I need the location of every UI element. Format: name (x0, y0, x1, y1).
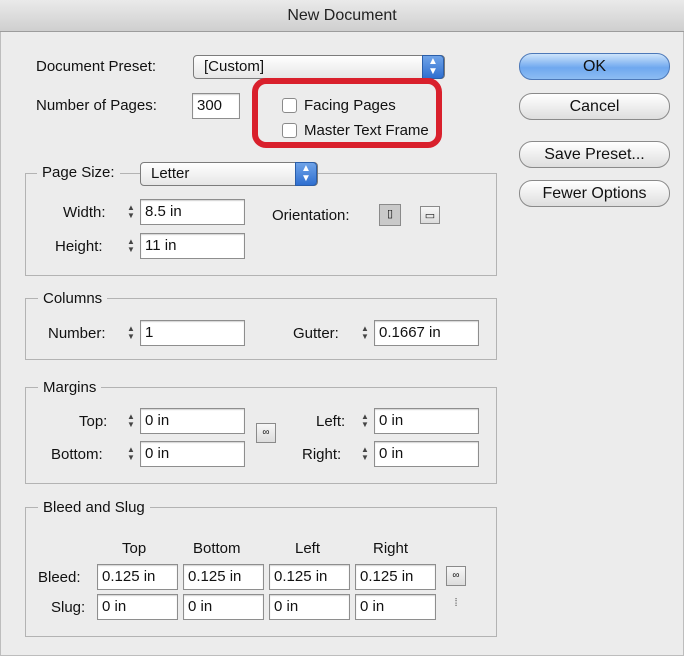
margin-right-input[interactable]: 0 in (374, 441, 479, 467)
gutter-input[interactable]: 0.1667 in (374, 320, 479, 346)
portrait-orientation-icon[interactable]: ▯ (379, 204, 401, 226)
bleed-header-left: Left (295, 540, 321, 557)
facing-pages-highlight (252, 78, 442, 148)
columns-label: Columns (38, 289, 108, 309)
fewer-options-button[interactable]: Fewer Options (519, 180, 670, 207)
margin-top-stepper-icon[interactable]: ▲ ▼ (124, 413, 138, 431)
height-label: Height: (55, 238, 103, 255)
dialog-title: New Document (0, 0, 684, 32)
document-preset-value: [Custom] (204, 58, 265, 75)
width-label: Width: (63, 204, 106, 221)
margin-right-stepper-icon[interactable]: ▲ ▼ (358, 446, 372, 464)
width-input[interactable]: 8.5 in (140, 199, 245, 225)
bleed-label: Bleed: (38, 569, 81, 586)
save-preset-button[interactable]: Save Preset... (519, 141, 670, 168)
margin-top-input[interactable]: 0 in (140, 408, 245, 434)
margin-left-label: Left: (316, 413, 346, 430)
slug-bottom-input[interactable]: 0 in (183, 594, 264, 620)
gutter-label: Gutter: (293, 325, 339, 342)
slug-link-broken-icon[interactable]: ⁞ (447, 597, 465, 617)
bleed-bottom-input[interactable]: 0.125 in (183, 564, 264, 590)
chain-link-icon[interactable]: ∞ (256, 423, 276, 443)
height-input[interactable]: 11 in (140, 233, 245, 259)
margin-bottom-label: Bottom: (51, 446, 103, 463)
slug-left-input[interactable]: 0 in (269, 594, 350, 620)
orientation-label: Orientation: (272, 207, 350, 224)
slug-label: Slug: (51, 599, 86, 616)
number-of-pages-input[interactable]: 300 (192, 93, 240, 119)
page-size-label: Page Size: (37, 163, 120, 183)
margin-top-label: Top: (79, 413, 108, 430)
page-size-select[interactable]: Letter ▲ ▼ (140, 162, 318, 186)
column-number-stepper-icon[interactable]: ▲ ▼ (124, 325, 138, 343)
ok-button[interactable]: OK (519, 53, 670, 80)
number-of-pages-label: Number of Pages: (36, 97, 157, 114)
bleed-header-top: Top (122, 540, 147, 557)
margin-bottom-stepper-icon[interactable]: ▲ ▼ (124, 446, 138, 464)
cancel-button[interactable]: Cancel (519, 93, 670, 120)
bleed-right-input[interactable]: 0.125 in (355, 564, 436, 590)
column-number-input[interactable]: 1 (140, 320, 245, 346)
slug-right-input[interactable]: 0 in (355, 594, 436, 620)
select-arrows-icon: ▲ ▼ (295, 162, 317, 186)
width-stepper-icon[interactable]: ▲ ▼ (124, 204, 138, 222)
margin-left-input[interactable]: 0 in (374, 408, 479, 434)
bleed-link-icon[interactable]: ∞ (446, 566, 466, 586)
document-preset-label: Document Preset: (36, 58, 157, 75)
select-arrows-icon: ▲ ▼ (422, 55, 444, 79)
bleed-header-right: Right (373, 540, 409, 557)
bleed-slug-label: Bleed and Slug (38, 498, 150, 518)
bleed-top-input[interactable]: 0.125 in (97, 564, 178, 590)
document-preset-select[interactable]: [Custom] ▲ ▼ (193, 55, 445, 79)
bleed-header-bottom: Bottom (193, 540, 241, 557)
margins-label: Margins (38, 378, 102, 398)
gutter-stepper-icon[interactable]: ▲ ▼ (358, 325, 372, 343)
height-stepper-icon[interactable]: ▲ ▼ (124, 238, 138, 256)
page-size-value: Letter (151, 165, 190, 182)
margin-right-label: Right: (302, 446, 342, 463)
bleed-left-input[interactable]: 0.125 in (269, 564, 350, 590)
landscape-orientation-icon[interactable]: ▭ (420, 206, 440, 224)
margin-left-stepper-icon[interactable]: ▲ ▼ (358, 413, 372, 431)
column-number-label: Number: (48, 325, 106, 342)
slug-top-input[interactable]: 0 in (97, 594, 178, 620)
margin-bottom-input[interactable]: 0 in (140, 441, 245, 467)
